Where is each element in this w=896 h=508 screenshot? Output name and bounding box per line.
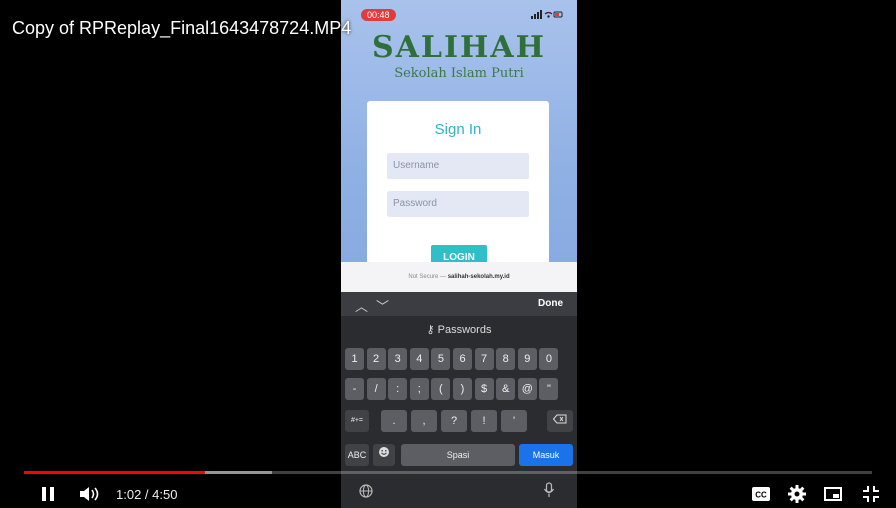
pause-icon [42, 487, 54, 501]
key-0[interactable]: 1 [345, 348, 364, 370]
chevron-up-icon[interactable]: ︿ [355, 299, 376, 314]
key-punctuation[interactable]: ! [471, 410, 497, 432]
key-symbol[interactable]: / [366, 378, 386, 400]
signal-wifi-battery-icon [531, 10, 563, 19]
gear-icon [788, 485, 806, 503]
backspace-icon [552, 414, 567, 424]
key-punctuation[interactable]: , [411, 410, 437, 432]
miniplayer-button[interactable] [822, 482, 844, 506]
form-nav-arrows[interactable]: ︿﹀ [355, 296, 397, 315]
key-3[interactable]: 4 [409, 348, 429, 370]
return-key[interactable]: Masuk [519, 444, 573, 466]
video-title[interactable]: Copy of RPReplay_Final1643478724.MP4 [12, 18, 351, 39]
key-symbol[interactable]: - [345, 378, 364, 400]
svg-text:CC: CC [755, 491, 767, 500]
exit-fullscreen-icon [863, 486, 879, 502]
key-icon: ⚷ [426, 324, 435, 336]
time-display: 1:02 / 4:50 [116, 487, 178, 502]
password-input[interactable]: Password [387, 191, 529, 217]
key-9[interactable]: 0 [539, 348, 559, 370]
key-6[interactable]: 7 [474, 348, 494, 370]
abc-key[interactable]: ABC [345, 444, 369, 466]
url-text: salihah-sekolah.my.id [447, 274, 510, 280]
key-punctuation[interactable]: . [381, 410, 407, 432]
exit-fullscreen-button[interactable] [860, 482, 882, 506]
captions-button[interactable]: CC [750, 482, 772, 506]
done-button[interactable]: Done [538, 298, 563, 309]
passwords-suggestion[interactable]: ⚷ Passwords [341, 323, 577, 336]
key-symbol[interactable]: " [539, 378, 559, 400]
emoji-icon [379, 447, 389, 457]
passwords-label: Passwords [437, 324, 492, 336]
status-time: 00:48 [361, 9, 396, 21]
key-symbol[interactable]: : [388, 378, 408, 400]
volume-icon [80, 487, 99, 501]
url-bar[interactable]: Not Secure — salihah-sekolah.my.id [341, 262, 577, 292]
signin-title: Sign In [434, 121, 482, 138]
phone-screen: 00:48 SALIHAH Sekolah Islam Putri Sign I… [341, 0, 577, 508]
captions-icon: CC [752, 487, 770, 501]
url-prefix: Not Secure — [408, 274, 447, 280]
pause-button[interactable] [36, 482, 60, 506]
space-key[interactable]: Spasi [401, 444, 515, 466]
key-symbol[interactable]: ( [431, 378, 451, 400]
logo-title: SALIHAH [371, 30, 547, 65]
backspace-key[interactable] [547, 410, 573, 432]
played-bar [24, 471, 206, 474]
key-5[interactable]: 6 [453, 348, 472, 370]
key-4[interactable]: 5 [431, 348, 451, 370]
keyboard-toolbar: ︿﹀ Done [341, 292, 577, 316]
player-controls: 1:02 / 4:50 CC [0, 482, 896, 508]
key-symbol[interactable]: & [496, 378, 516, 400]
progress-bar[interactable] [24, 471, 872, 474]
status-icons [531, 10, 563, 21]
settings-button[interactable] [786, 482, 808, 506]
key-symbol[interactable]: $ [474, 378, 494, 400]
volume-button[interactable] [76, 482, 104, 506]
key-punctuation[interactable]: ' [501, 410, 527, 432]
key-1[interactable]: 2 [366, 348, 386, 370]
logo-subtitle: Sekolah Islam Putri [394, 66, 524, 81]
miniplayer-icon [824, 487, 842, 501]
symbols-toggle-key[interactable]: #+= [345, 410, 369, 432]
key-8[interactable]: 9 [517, 348, 537, 370]
key-symbol[interactable]: ; [409, 378, 429, 400]
key-2[interactable]: 3 [388, 348, 408, 370]
key-7[interactable]: 8 [496, 348, 516, 370]
emoji-key[interactable] [373, 444, 395, 466]
keyboard: ⚷ Passwords 1 2 3 4 5 6 7 8 9 0 - /:;() $ & @ " #+=.,?! '… [341, 316, 577, 508]
username-input[interactable]: Username [387, 153, 529, 179]
video-player[interactable]: Copy of RPReplay_Final1643478724.MP4 00:… [0, 0, 896, 508]
key-symbol[interactable]: ) [453, 378, 472, 400]
signin-card: Sign In Username Password LOGIN [367, 101, 549, 271]
key-punctuation[interactable]: ? [441, 410, 467, 432]
web-page: 00:48 SALIHAH Sekolah Islam Putri Sign I… [341, 0, 577, 292]
key-symbol[interactable]: @ [517, 378, 537, 400]
chevron-down-icon[interactable]: ﹀ [376, 299, 397, 314]
